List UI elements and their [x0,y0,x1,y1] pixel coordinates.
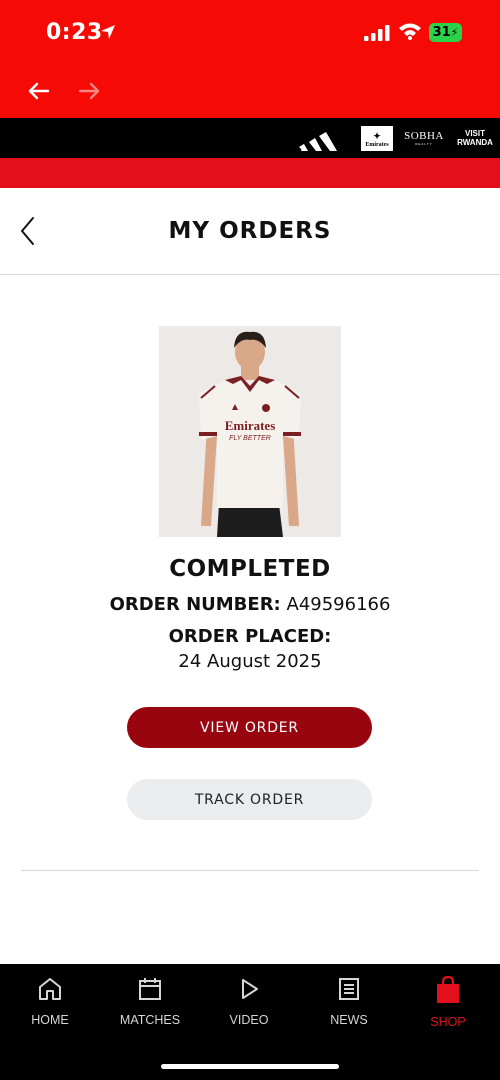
tab-home-label: HOME [31,1013,69,1027]
emirates-logo-text: Emirates [365,141,389,148]
sobha-logo: SOBHA REALTY [402,118,446,158]
page-header: MY ORDERS [0,188,500,275]
tab-matches[interactable]: MATCHES [110,976,190,1027]
tab-shop[interactable]: SHOP [408,975,488,1029]
tab-news[interactable]: NEWS [309,976,389,1027]
play-icon [236,976,262,1007]
emirates-logo: ✦ Emirates [360,118,394,158]
browser-nav-bar [0,68,500,118]
order-card: Emirates FLY BETTER COMPLETED ORDER NUMB… [0,275,500,872]
status-bar: 0:23 31 ⚡ [0,0,500,68]
location-arrow-icon [100,24,116,45]
tab-shop-label: SHOP [430,1015,466,1029]
shirt-sponsor-text: Emirates [225,418,276,433]
status-time: 0:23 [46,20,103,45]
order-number-label: ORDER NUMBER: [109,594,281,615]
home-indicator [161,1064,339,1069]
order-placed-date: 24 August 2025 [178,651,322,672]
browser-forward-arrow-icon[interactable] [76,78,102,109]
battery-indicator: 31 ⚡ [429,23,462,42]
tab-matches-label: MATCHES [119,1013,181,1027]
divider [21,870,479,871]
order-placed-label: ORDER PLACED: [168,626,332,647]
track-order-button[interactable]: TRACK ORDER [127,779,372,820]
order-number: ORDER NUMBER: A49596166 [0,594,500,615]
news-icon [336,976,362,1007]
visit-rwanda-logo: VISIT RWANDA [454,118,496,158]
tab-news-label: NEWS [330,1013,368,1027]
tab-video-label: VIDEO [229,1013,269,1027]
adidas-logo [296,118,348,158]
sobha-logo-subtext: REALTY [415,142,433,146]
sponsor-bar: ✦ Emirates SOBHA REALTY VISIT RWANDA [0,118,500,158]
shirt-sponsor-subtext: FLY BETTER [229,435,271,442]
browser-back-arrow-icon[interactable] [26,78,52,109]
cellular-signal-icon [364,25,390,46]
order-status: COMPLETED [169,556,331,582]
wifi-icon [398,22,422,45]
calendar-icon [137,976,163,1007]
order-number-value: A49596166 [286,594,391,615]
view-order-button[interactable]: VIEW ORDER [127,707,372,748]
sobha-logo-text: SOBHA [404,130,444,142]
page-title: MY ORDERS [168,218,332,244]
shopping-bag-icon [435,975,461,1009]
visit-rwanda-line2: RWANDA [457,138,493,147]
home-icon [37,976,63,1007]
battery-level: 31 [432,25,451,40]
tab-home[interactable]: HOME [10,976,90,1027]
red-banner-strip [0,158,500,188]
charging-bolt-icon: ⚡ [450,26,459,39]
product-image[interactable]: Emirates FLY BETTER [159,326,341,537]
tab-video[interactable]: VIDEO [209,976,289,1027]
visit-rwanda-line1: VISIT [464,129,485,138]
bottom-tab-bar: HOME MATCHES VIDEO NEWS SHOP [0,964,500,1080]
